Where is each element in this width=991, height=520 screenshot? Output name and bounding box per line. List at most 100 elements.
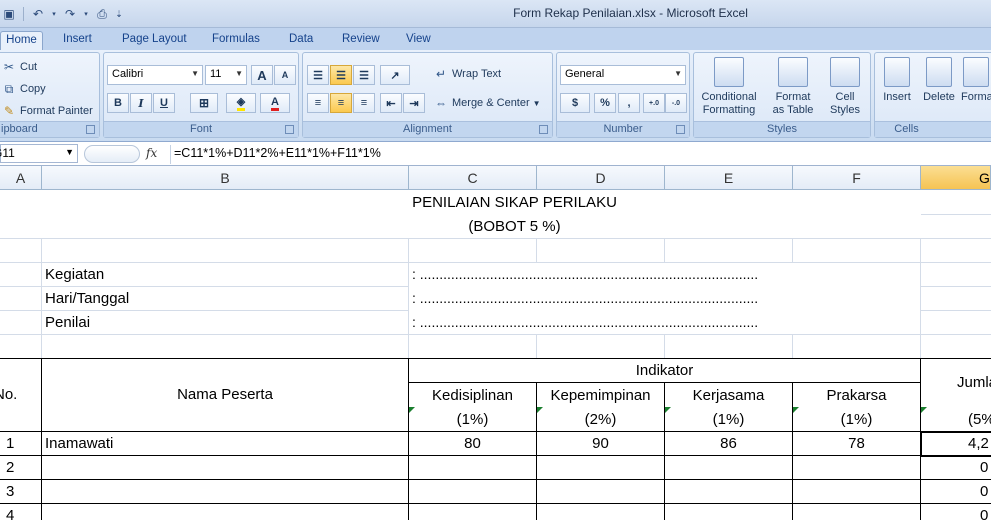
- clipboard-launcher-icon[interactable]: [86, 125, 95, 134]
- alignment-group-label: Alignment: [303, 121, 552, 137]
- tab-data[interactable]: Data: [289, 31, 313, 50]
- header-nama-peserta[interactable]: Nama Peserta: [42, 386, 408, 403]
- tab-view[interactable]: View: [406, 31, 431, 50]
- row-4-no[interactable]: 4: [6, 507, 14, 520]
- row-2-no[interactable]: 2: [6, 459, 14, 476]
- sheet-title[interactable]: PENILAIAN SIKAP PERILAKU: [0, 194, 991, 211]
- font-name-dropdown[interactable]: Calibri ▼: [107, 65, 203, 85]
- formula-bar-expander[interactable]: [84, 145, 140, 163]
- underline-button[interactable]: U: [153, 93, 175, 113]
- tab-home[interactable]: Home: [0, 31, 43, 50]
- row-4-jumlah[interactable]: 0: [980, 507, 988, 520]
- merge-center-button[interactable]: ⇔ Merge & Center ▼: [433, 95, 541, 111]
- font-color-button[interactable]: A: [260, 93, 290, 113]
- header-weight-prakarsa[interactable]: (1%): [793, 411, 920, 428]
- row-1-no[interactable]: 1: [6, 435, 14, 452]
- row-3-jumlah[interactable]: 0: [980, 483, 988, 500]
- format-cells-button[interactable]: Forma: [961, 57, 991, 104]
- header-no[interactable]: No.: [0, 386, 17, 403]
- format-as-table-button[interactable]: Format as Table: [764, 57, 822, 117]
- row-1-kedisiplinan[interactable]: 80: [409, 435, 536, 452]
- insert-function-icon[interactable]: fx: [146, 146, 157, 160]
- wrap-text-button[interactable]: ↵ Wrap Text: [433, 66, 501, 82]
- align-center-button[interactable]: ≡: [330, 93, 352, 113]
- delete-cells-button[interactable]: Delete: [919, 57, 959, 104]
- align-middle-icon: ☰: [336, 69, 346, 82]
- font-size-dropdown[interactable]: 11 ▼: [205, 65, 247, 85]
- header-weight-kepemimpinan[interactable]: (2%): [537, 411, 664, 428]
- header-criteria-kepemimpinan[interactable]: Kepemimpinan: [537, 387, 664, 404]
- column-header-e[interactable]: E: [665, 166, 793, 190]
- accounting-format-button[interactable]: $: [560, 93, 590, 113]
- field-label-hari-tanggal[interactable]: Hari/Tanggal: [45, 290, 129, 307]
- formula-input[interactable]: =C11*1%+D11*2%+E11*1%+F11*1%: [170, 145, 991, 164]
- header-indikator[interactable]: Indikator: [409, 362, 920, 379]
- row-2-jumlah[interactable]: 0: [980, 459, 988, 476]
- number-format-dropdown[interactable]: General ▼: [560, 65, 686, 85]
- header-weight-kedisiplinan[interactable]: (1%): [409, 411, 536, 428]
- column-header-c[interactable]: C: [409, 166, 537, 190]
- orientation-button[interactable]: ↗: [380, 65, 410, 85]
- field-label-kegiatan[interactable]: Kegiatan: [45, 266, 104, 283]
- format-painter-button[interactable]: ✎ Format Painter: [1, 103, 93, 119]
- decrease-decimal-button[interactable]: -.0: [665, 93, 687, 113]
- styles-group-label: Styles: [694, 121, 870, 137]
- column-header-f[interactable]: F: [793, 166, 921, 190]
- tab-insert[interactable]: Insert: [63, 31, 92, 50]
- row-1-prakarsa[interactable]: 78: [793, 435, 920, 452]
- worksheet-grid[interactable]: PENILAIAN SIKAP PERILAKU (BOBOT 5 %) Keg…: [0, 190, 991, 520]
- field-value-hari-tanggal[interactable]: : ......................................…: [412, 290, 758, 306]
- percent-button[interactable]: %: [594, 93, 616, 113]
- font-launcher-icon[interactable]: [285, 125, 294, 134]
- row-1-kepemimpinan[interactable]: 90: [537, 435, 664, 452]
- name-box[interactable]: G11 ▼: [0, 144, 78, 163]
- fill-color-button[interactable]: ◈: [226, 93, 256, 113]
- alignment-launcher-icon[interactable]: [539, 125, 548, 134]
- field-value-kegiatan[interactable]: : ......................................…: [412, 266, 758, 282]
- number-launcher-icon[interactable]: [676, 125, 685, 134]
- column-header-d[interactable]: D: [537, 166, 665, 190]
- header-jumlah[interactable]: Jumlah: [957, 374, 991, 391]
- cell-styles-button[interactable]: Cell Styles: [820, 57, 870, 117]
- conditional-formatting-button[interactable]: Conditional Formatting: [698, 57, 760, 117]
- column-header-g[interactable]: G: [921, 166, 991, 190]
- copy-button[interactable]: ⧉ Copy: [1, 81, 46, 97]
- increase-decimal-button[interactable]: +.0: [643, 93, 665, 113]
- bold-button[interactable]: B: [107, 93, 129, 113]
- italic-button[interactable]: I: [130, 93, 152, 113]
- increase-indent-button[interactable]: ⇥: [403, 93, 425, 113]
- grow-font-button[interactable]: A: [251, 65, 273, 85]
- tab-page-layout[interactable]: Page Layout: [122, 31, 187, 50]
- field-value-penilai[interactable]: : ......................................…: [412, 314, 758, 330]
- cut-button[interactable]: ✂ Cut: [1, 59, 37, 75]
- column-header-b[interactable]: B: [42, 166, 409, 190]
- number-format-value: General: [565, 68, 605, 80]
- header-weight-jumlah[interactable]: (5%): [968, 411, 991, 428]
- chevron-down-icon: ▼: [532, 98, 541, 108]
- sheet-subtitle[interactable]: (BOBOT 5 %): [0, 218, 991, 235]
- header-criteria-prakarsa[interactable]: Prakarsa: [793, 387, 920, 404]
- row-1-nama[interactable]: Inamawati: [45, 435, 113, 452]
- currency-icon: $: [571, 97, 579, 109]
- tab-formulas[interactable]: Formulas: [212, 31, 260, 50]
- field-label-penilai[interactable]: Penilai: [45, 314, 90, 331]
- insert-cells-button[interactable]: Insert: [875, 57, 919, 104]
- comma-button[interactable]: ,: [618, 93, 640, 113]
- borders-button[interactable]: ⊞: [190, 93, 218, 113]
- header-criteria-kedisiplinan[interactable]: Kedisiplinan: [409, 387, 536, 404]
- align-right-button[interactable]: ≡: [353, 93, 375, 113]
- tab-review[interactable]: Review: [342, 31, 380, 50]
- decrease-indent-button[interactable]: ⇤: [380, 93, 402, 113]
- header-criteria-kerjasama[interactable]: Kerjasama: [665, 387, 792, 404]
- column-header-a[interactable]: A: [0, 166, 42, 190]
- row-3-no[interactable]: 3: [6, 483, 14, 500]
- shrink-font-button[interactable]: A: [274, 65, 296, 85]
- align-middle-button[interactable]: ☰: [330, 65, 352, 85]
- align-left-button[interactable]: ≡: [307, 93, 329, 113]
- row-1-kerjasama[interactable]: 86: [665, 435, 792, 452]
- align-bottom-button[interactable]: ☰: [353, 65, 375, 85]
- chevron-down-icon: ▼: [191, 69, 199, 78]
- format-cells-label: Forma: [961, 91, 991, 103]
- header-weight-kerjasama[interactable]: (1%): [665, 411, 792, 428]
- align-top-button[interactable]: ☰: [307, 65, 329, 85]
